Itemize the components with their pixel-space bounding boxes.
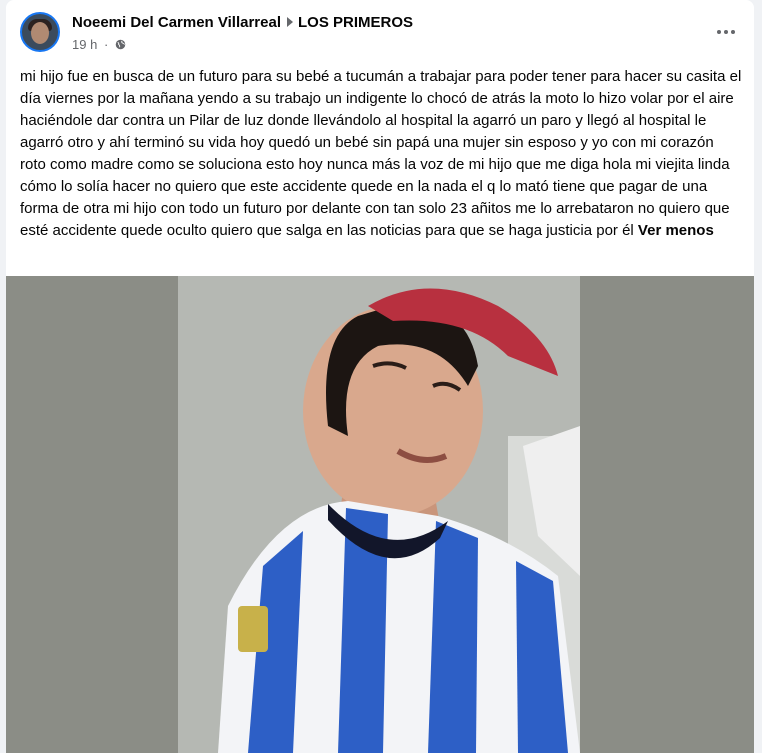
see-less-link[interactable]: Ver menos xyxy=(638,222,714,239)
group-name[interactable]: LOS PRIMEROS xyxy=(298,14,413,31)
jersey-stripe xyxy=(428,521,478,753)
more-dot xyxy=(724,30,728,34)
post-card: Noeemi Del Carmen Villarreal LOS PRIMEROS… xyxy=(6,0,754,753)
avatar-face xyxy=(31,22,49,44)
post-header: Noeemi Del Carmen Villarreal LOS PRIMEROS… xyxy=(6,0,754,62)
jersey-badge xyxy=(238,606,268,652)
author-name[interactable]: Noeemi Del Carmen Villarreal xyxy=(72,14,281,31)
more-dot xyxy=(717,30,721,34)
post-body: mi hijo fue en busca de un futuro para s… xyxy=(20,66,742,242)
post-time[interactable]: 19 h xyxy=(72,37,97,52)
more-dot xyxy=(731,30,735,34)
arrow-right-icon xyxy=(287,17,293,28)
author-avatar[interactable] xyxy=(20,12,60,52)
photo-frame xyxy=(178,276,580,753)
post-meta: 19 h · xyxy=(72,37,126,52)
post-title: Noeemi Del Carmen Villarreal LOS PRIMEROS xyxy=(72,14,413,31)
person-photo-illustration xyxy=(178,276,580,753)
meta-separator: · xyxy=(103,37,109,52)
more-options-button[interactable] xyxy=(712,18,740,46)
post-message: mi hijo fue en busca de un futuro para s… xyxy=(20,68,742,239)
globe-icon[interactable] xyxy=(115,39,126,50)
post-photo[interactable] xyxy=(6,276,754,753)
